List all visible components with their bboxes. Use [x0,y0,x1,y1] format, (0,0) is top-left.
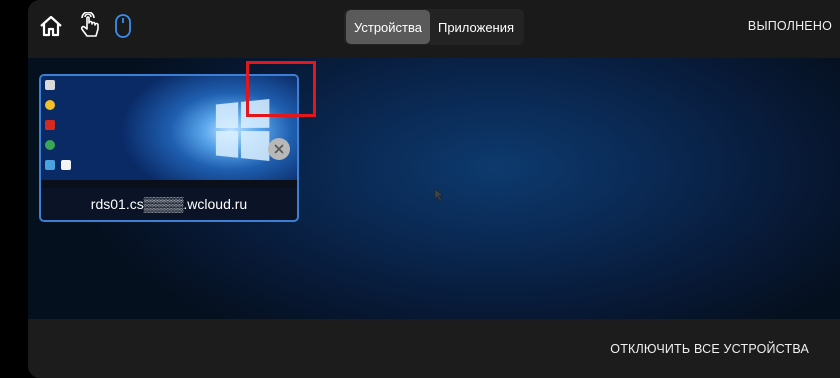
devices-stage: rds01.cs▒▒▒▒.wcloud.ru [28,58,840,319]
home-icon[interactable] [36,10,66,42]
desktop-icon [61,160,71,170]
tab-applications[interactable]: Приложения [430,10,522,44]
desktop-icon [45,160,55,170]
mouse-icon[interactable] [108,10,138,42]
view-switcher: Устройства Приложения [344,9,524,45]
desktop-icon [45,80,55,90]
disconnect-all-button[interactable]: ОТКЛЮЧИТЬ ВСЕ УСТРОЙСТВА [610,342,809,356]
bottom-bar: ОТКЛЮЧИТЬ ВСЕ УСТРОЙСТВА [28,319,840,378]
desktop-icon [45,120,55,130]
top-toolbar: Устройства Приложения ВЫПОЛНЕНО [28,0,840,58]
tab-devices[interactable]: Устройства [346,10,430,44]
desktop-icon [45,140,55,150]
desktop-icon [45,100,55,110]
device-name: rds01.cs▒▒▒▒.wcloud.ru [90,195,248,212]
remote-desktop-app: Устройства Приложения ВЫПОЛНЕНО rds01.cs… [28,0,840,378]
close-icon[interactable] [268,138,290,160]
mouse-pointer-icon [434,188,444,202]
close-button-highlight [246,61,316,117]
done-button[interactable]: ВЫПОЛНЕНО [748,19,832,33]
thumbnail-taskbar [41,180,297,188]
touch-gesture-icon[interactable] [74,10,104,42]
